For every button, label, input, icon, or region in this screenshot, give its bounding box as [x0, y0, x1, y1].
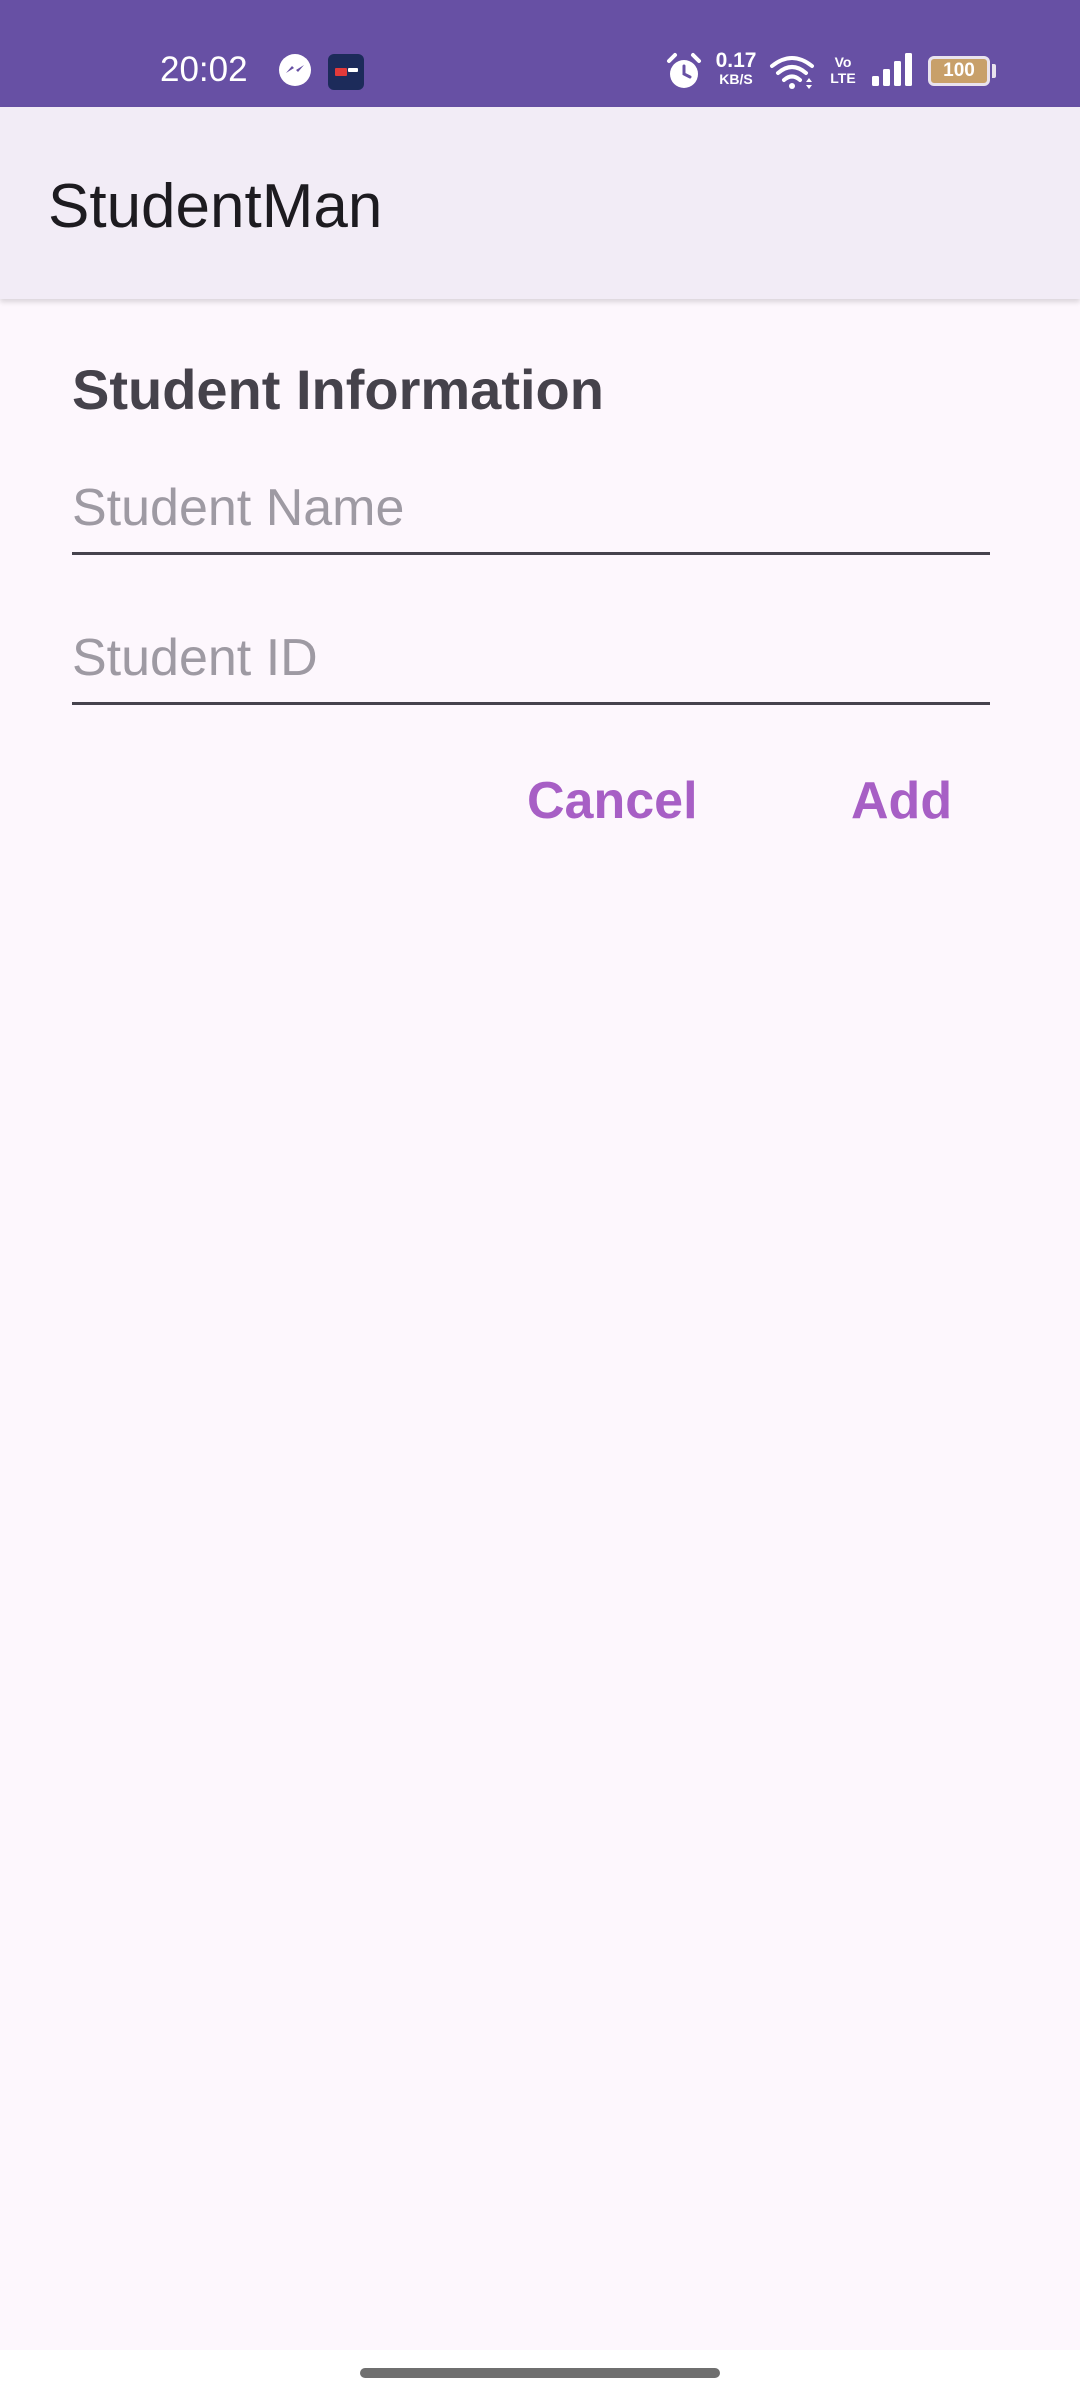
section-title: Student Information [72, 358, 604, 421]
student-id-input[interactable] [72, 628, 990, 688]
home-indicator[interactable] [360, 2368, 720, 2378]
signal-icon [872, 53, 912, 86]
wifi-icon [770, 56, 814, 89]
network-speed: 0.17 KB/S [712, 49, 760, 88]
screen: 20:02 0.17 KB/S Vo LTE 100 StudentMan St… [0, 0, 1080, 2400]
network-speed-unit: KB/S [719, 71, 753, 87]
add-button[interactable]: Add [851, 766, 952, 836]
cancel-button[interactable]: Cancel [527, 766, 698, 836]
app-notification-icon [328, 54, 364, 90]
battery-tip [992, 64, 996, 78]
battery-icon: 100 [928, 56, 990, 86]
status-time: 20:02 [160, 50, 248, 89]
messenger-icon [279, 54, 311, 86]
status-bar: 20:02 0.17 KB/S Vo LTE 100 [0, 0, 1080, 107]
student-name-field[interactable] [72, 456, 990, 555]
student-name-input[interactable] [72, 478, 990, 538]
app-bar: StudentMan [0, 107, 1080, 299]
volte-top: Vo [834, 54, 852, 70]
alarm-icon [667, 53, 701, 88]
app-title: StudentMan [48, 172, 383, 241]
network-speed-value: 0.17 [715, 49, 757, 72]
student-id-field[interactable] [72, 606, 990, 705]
volte-bottom: LTE [830, 70, 856, 86]
volte-indicator: Vo LTE [830, 54, 856, 86]
